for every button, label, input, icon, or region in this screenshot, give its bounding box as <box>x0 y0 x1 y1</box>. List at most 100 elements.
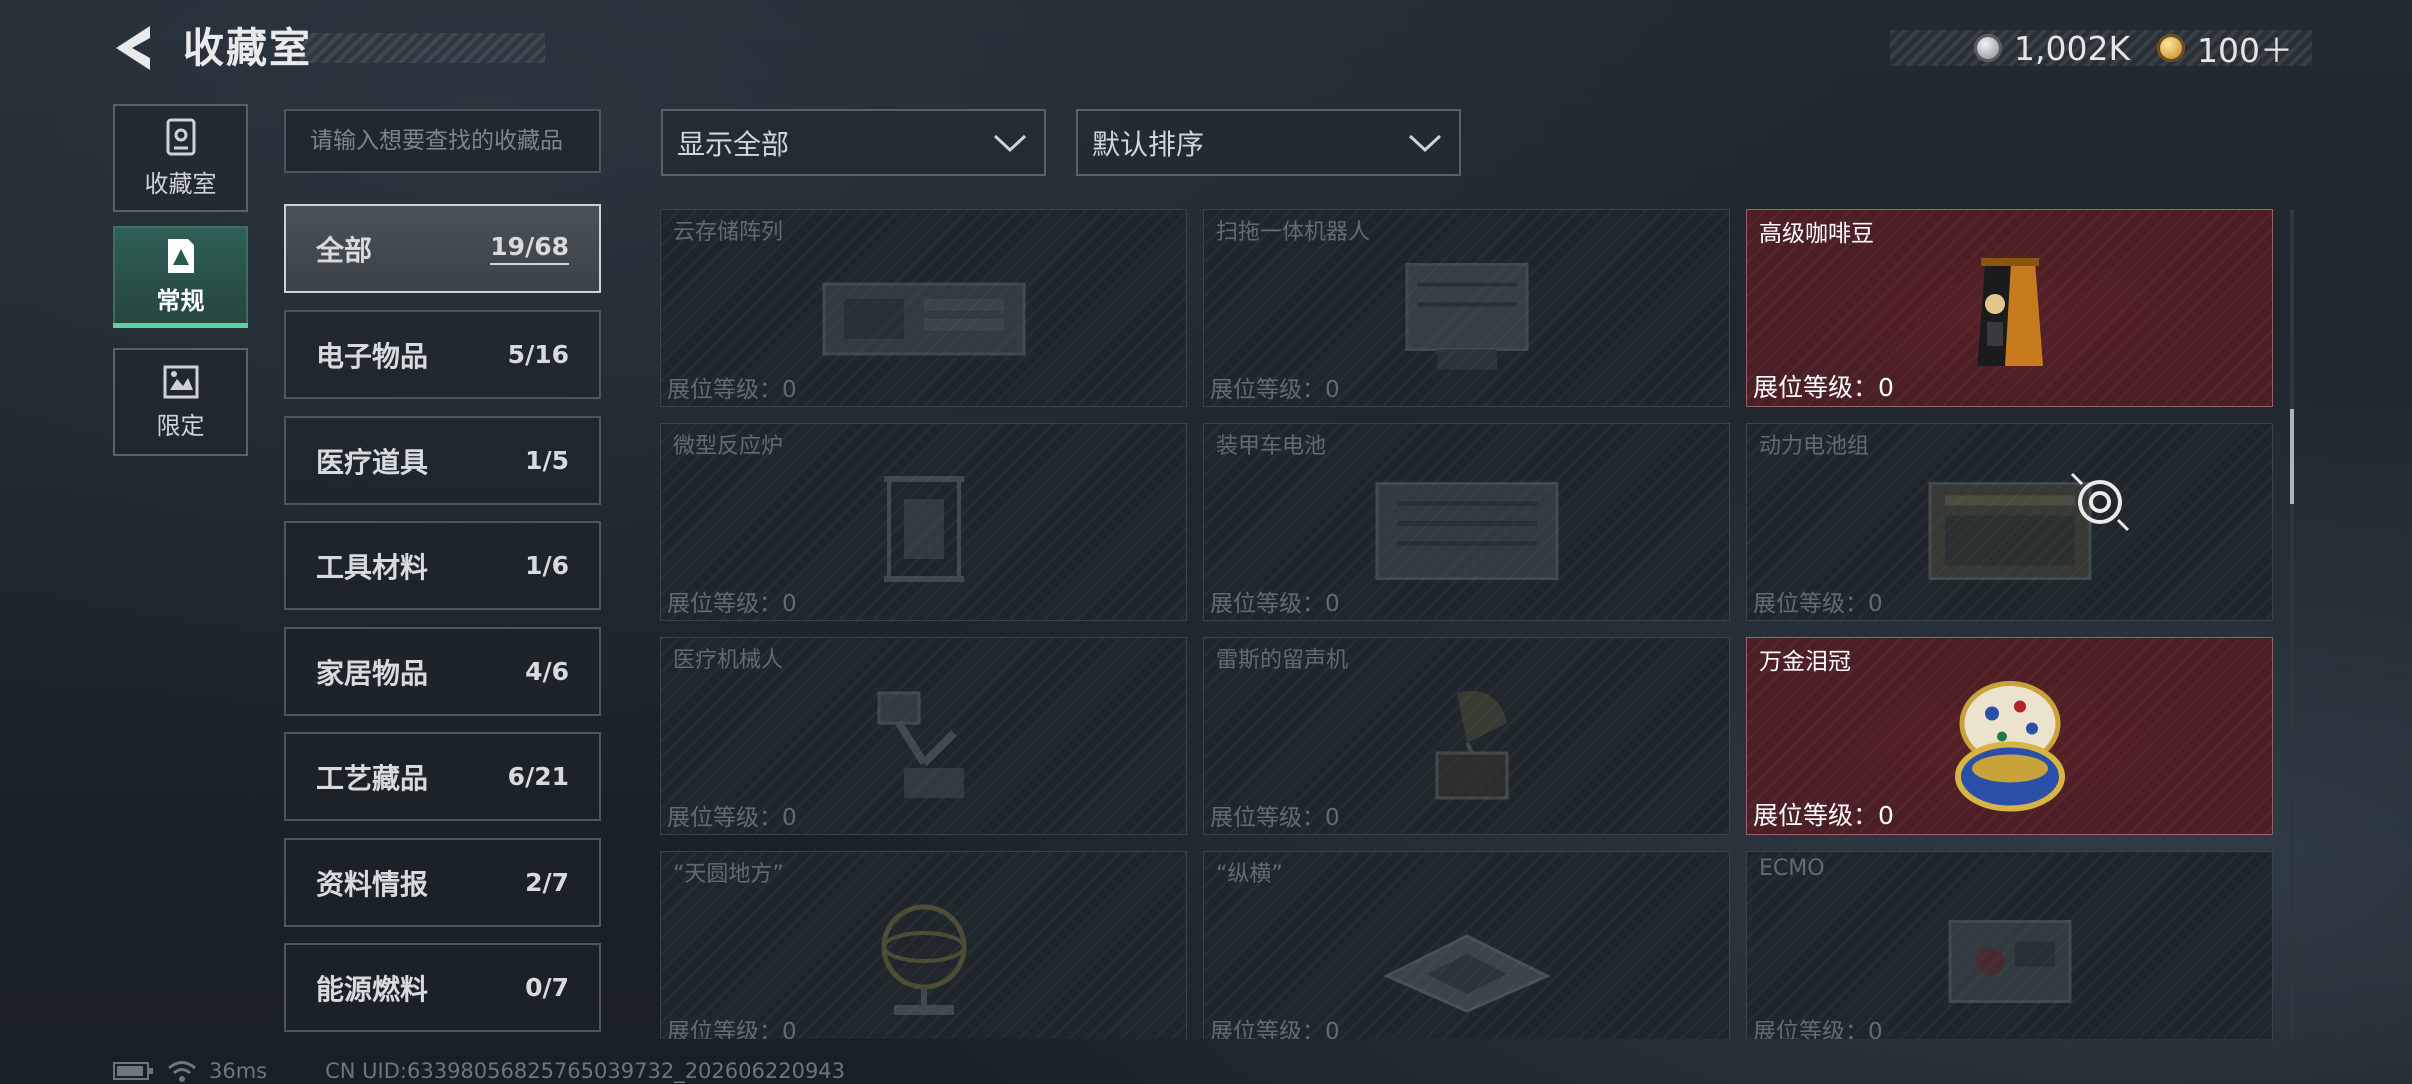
exhibit-level: 展位等级：0 <box>667 591 797 617</box>
exhibit-level: 展位等级：0 <box>667 377 797 403</box>
collection-card[interactable]: “纵横” 展位等级：0 <box>1203 851 1730 1039</box>
search-input[interactable] <box>284 109 601 173</box>
chevron-down-icon <box>1408 134 1442 152</box>
category-household[interactable]: 家居物品 4/6 <box>284 627 601 716</box>
collection-card[interactable]: ECMO 展位等级：0 <box>1746 851 2273 1039</box>
category-label: 全部 <box>316 233 373 267</box>
category-count: 4/6 <box>525 657 569 686</box>
display-filter-value: 显示全部 <box>677 127 790 161</box>
exhibit-level: 展位等级：0 <box>1210 591 1340 617</box>
collection-card[interactable]: 微型反应炉 展位等级：0 <box>660 423 1187 621</box>
limited-icon <box>163 365 198 398</box>
collection-card[interactable]: 雷斯的留声机 展位等级：0 <box>1203 637 1730 835</box>
silver-coin-icon <box>1974 34 2002 62</box>
category-energy[interactable]: 能源燃料 0/7 <box>284 943 601 1032</box>
category-label: 家居物品 <box>316 656 429 690</box>
category-label: 能源燃料 <box>316 972 429 1006</box>
category-count: 1/5 <box>525 446 569 475</box>
exhibit-level: 展位等级：0 <box>1210 1019 1340 1039</box>
item-name: 医疗机械人 <box>673 648 784 673</box>
sort-value: 默认排序 <box>1092 127 1205 161</box>
vehicle-battery-icon <box>1375 482 1558 580</box>
collection-card[interactable]: 动力电池组 展位等级：0 <box>1746 423 2273 621</box>
item-name: 雷斯的留声机 <box>1216 648 1349 673</box>
collection-card[interactable]: 扫拖一体机器人 展位等级：0 <box>1203 209 1730 407</box>
nav-limited[interactable]: 限定 <box>113 348 248 456</box>
collection-grid: 云存储阵列 展位等级：0 扫拖一体机器人 展位等级：0 高级咖啡豆 展位等级：0 <box>660 209 2274 1039</box>
item-name: “纵横” <box>1216 862 1283 887</box>
back-arrow-icon <box>116 26 150 70</box>
item-name: 云存储阵列 <box>673 220 784 245</box>
cleaning-robot-icon <box>1405 263 1528 370</box>
nav-limited-label: 限定 <box>156 411 205 440</box>
status-bar: 36ms CN UID:63398056825765039732_2026062… <box>113 1058 845 1084</box>
nav-collection-room[interactable]: 收藏室 <box>113 104 248 212</box>
category-label: 医疗道具 <box>316 445 429 479</box>
medical-robot-icon <box>877 691 964 798</box>
category-label: 电子物品 <box>316 339 429 373</box>
page-title: 收藏室 <box>183 24 312 72</box>
item-name: ECMO <box>1759 856 1825 881</box>
category-count: 5/16 <box>507 340 569 369</box>
collection-card[interactable]: 云存储阵列 展位等级：0 <box>660 209 1187 407</box>
item-name: 扫拖一体机器人 <box>1216 220 1371 245</box>
nav-collection-room-label: 收藏室 <box>144 169 217 198</box>
silver-currency[interactable]: 1,002K <box>1974 29 2130 68</box>
gold-currency-value: 100＋ <box>2197 31 2293 70</box>
chessboard-icon <box>1382 934 1551 1013</box>
category-count: 1/6 <box>525 551 569 580</box>
collection-icon <box>167 238 194 273</box>
exhibit-level: 展位等级：0 <box>1753 1019 1883 1039</box>
nav-regular[interactable]: 常规 <box>113 226 248 328</box>
coffee-bag-icon <box>1976 258 2043 366</box>
scrollbar-thumb[interactable] <box>2290 409 2294 504</box>
category-intel[interactable]: 资料情报 2/7 <box>284 838 601 927</box>
collection-card[interactable]: 装甲车电池 展位等级：0 <box>1203 423 1730 621</box>
item-name: 动力电池组 <box>1759 434 1870 459</box>
exhibit-level: 展位等级：0 <box>1753 801 1894 830</box>
category-label: 工艺藏品 <box>316 761 429 795</box>
gramophone-icon <box>1435 691 1508 800</box>
title-decoration-stripe <box>300 33 545 63</box>
grid-scrollbar[interactable] <box>2290 209 2294 1039</box>
ecmo-machine-icon <box>1948 920 2071 1003</box>
wifi-icon <box>168 1061 196 1082</box>
chevron-down-icon <box>993 134 1027 152</box>
category-count: 19/68 <box>490 232 569 265</box>
exhibit-level: 展位等级：0 <box>1210 377 1340 403</box>
display-filter-dropdown[interactable]: 显示全部 <box>661 109 1046 176</box>
gold-currency[interactable]: 100＋ <box>2157 30 2293 70</box>
gold-coin-icon <box>2157 34 2185 62</box>
item-name: 万金泪冠 <box>1759 649 1851 675</box>
user-uid: CN UID:63398056825765039732_202606220943 <box>325 1059 846 1083</box>
storage-array-icon <box>822 282 1025 356</box>
target-reticle-icon <box>2070 472 2130 532</box>
category-all[interactable]: 全部 19/68 <box>284 204 601 293</box>
category-count: 0/7 <box>525 973 569 1002</box>
collection-card[interactable]: 高级咖啡豆 展位等级：0 <box>1746 209 2273 407</box>
exhibit-level: 展位等级：0 <box>1753 591 1883 617</box>
sort-dropdown[interactable]: 默认排序 <box>1076 109 1461 176</box>
category-label: 工具材料 <box>316 550 429 584</box>
item-name: “天圆地方” <box>673 862 784 887</box>
exhibit-level: 展位等级：0 <box>1210 805 1340 831</box>
exhibit-level: 展位等级：0 <box>667 1019 797 1039</box>
exhibit-level: 展位等级：0 <box>1753 373 1894 402</box>
collection-card[interactable]: “天圆地方” 展位等级：0 <box>660 851 1187 1039</box>
battery-icon <box>113 1062 153 1080</box>
category-medical[interactable]: 医疗道具 1/5 <box>284 416 601 505</box>
item-name: 微型反应炉 <box>673 434 784 459</box>
category-label: 资料情报 <box>316 867 429 901</box>
collection-card[interactable]: 医疗机械人 展位等级：0 <box>660 637 1187 835</box>
active-nav-underline <box>113 323 248 328</box>
category-electronics[interactable]: 电子物品 5/16 <box>284 310 601 399</box>
jeweled-egg-icon <box>1954 681 2065 812</box>
back-button[interactable] <box>110 22 158 74</box>
category-tools[interactable]: 工具材料 1/6 <box>284 521 601 610</box>
collection-card[interactable]: 万金泪冠 展位等级：0 <box>1746 637 2273 835</box>
globe-instrument-icon <box>881 904 966 1015</box>
category-count: 2/7 <box>525 868 569 897</box>
category-count: 6/21 <box>507 762 569 791</box>
category-crafts[interactable]: 工艺藏品 6/21 <box>284 732 601 821</box>
nav-regular-label: 常规 <box>156 286 205 315</box>
